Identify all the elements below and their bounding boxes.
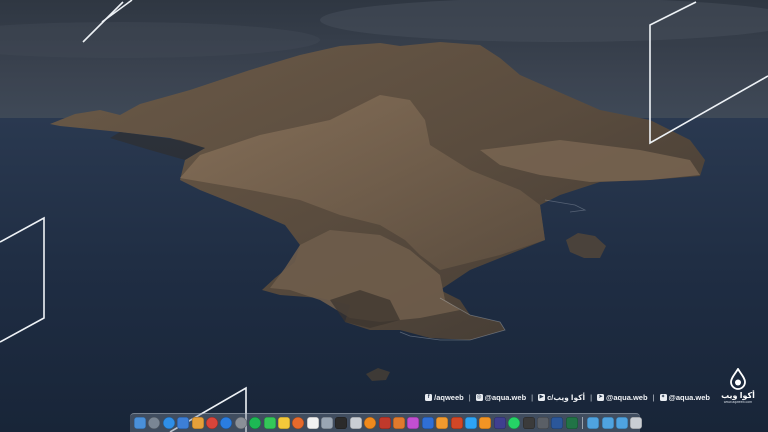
twitter-icon: ✦ (659, 393, 667, 401)
dock-photos-icon[interactable] (191, 417, 204, 429)
dock-separator (582, 417, 584, 429)
dock-app-store-icon[interactable] (220, 417, 233, 429)
brand-logo: أكوا ويب www.aqweeb.com (718, 368, 758, 410)
dock-trash-icon[interactable] (630, 417, 643, 429)
dock-calendar-icon[interactable] (306, 417, 319, 429)
dock-finder-icon[interactable] (134, 417, 146, 429)
facebook-handle: /aqweeb (434, 392, 464, 402)
dock-messages-icon[interactable] (263, 417, 276, 429)
dock-spotify-icon[interactable] (249, 417, 262, 429)
dock-notes-icon[interactable] (277, 417, 290, 429)
brand-name: أكوا ويب (721, 391, 755, 400)
brand-url: www.aqweeb.com (723, 400, 753, 404)
dock-settings-icon[interactable] (234, 417, 247, 429)
separator: | (652, 392, 655, 402)
dock-launchpad-icon[interactable] (148, 417, 161, 429)
social-facebook[interactable]: f /aqweeb (425, 393, 464, 402)
dock-pages-icon[interactable] (436, 417, 449, 429)
dock-terminal-icon[interactable] (335, 417, 348, 429)
dock-photoshop-icon[interactable] (464, 417, 477, 429)
instagram-handle: @aqua.web (484, 392, 527, 402)
dock-finder-window-icon[interactable] (349, 417, 362, 429)
dock-excel-icon[interactable] (565, 417, 578, 429)
desktop-wallpaper (0, 0, 768, 432)
separator: | (468, 392, 471, 402)
youtube-icon: ▶ (538, 393, 546, 401)
youtube-handle: c/أكوا ويب (547, 392, 586, 402)
dock-mail-icon[interactable] (177, 417, 190, 429)
dock-preview-icon[interactable] (321, 417, 334, 429)
dock-word-icon[interactable] (551, 417, 564, 429)
dock-activity-monitor-icon[interactable] (522, 417, 535, 429)
telegram-handle: @aqua.web (606, 392, 648, 402)
dock-calculator-icon[interactable] (536, 417, 549, 429)
dock-documents-folder-icon[interactable] (615, 417, 628, 429)
dock-powerpoint-icon[interactable] (450, 417, 463, 429)
dock-pr-cc-icon[interactable] (493, 417, 506, 429)
twitter-handle: @aqua.web (668, 392, 711, 402)
facebook-icon: f (425, 393, 433, 401)
social-links-bar: f /aqweeb | ◎ @aqua.web | ▶ c/أكوا ويب |… (425, 391, 710, 403)
dock (130, 413, 643, 432)
social-youtube[interactable]: ▶ c/أكوا ويب (538, 393, 585, 402)
dock-adobe-xd-icon[interactable] (407, 417, 420, 429)
water-drop-logo-icon (730, 368, 746, 390)
separator: | (531, 392, 534, 402)
social-instagram[interactable]: ◎ @aqua.web (475, 392, 527, 402)
dock-sublime-text-icon[interactable] (393, 417, 406, 429)
separator: | (590, 392, 593, 402)
dock-firefox-icon[interactable] (292, 417, 305, 429)
dock-chrome-icon[interactable] (205, 417, 218, 429)
instagram-icon: ◎ (475, 393, 483, 401)
dock-keynote-icon[interactable] (421, 417, 434, 429)
dock-safari-icon[interactable] (162, 417, 175, 429)
social-telegram[interactable]: ➤ @aqua.web (597, 393, 648, 402)
telegram-icon: ➤ (597, 393, 605, 401)
dock-applications-folder-icon[interactable] (587, 417, 600, 429)
dock-vlc-icon[interactable] (364, 417, 377, 429)
dock-filezilla-icon[interactable] (378, 417, 391, 429)
dock-whatsapp-icon[interactable] (508, 417, 521, 429)
dock-illustrator-icon[interactable] (479, 417, 492, 429)
dock-downloads-folder-icon[interactable] (601, 417, 614, 429)
social-twitter[interactable]: ✦ @aqua.web (659, 392, 711, 402)
